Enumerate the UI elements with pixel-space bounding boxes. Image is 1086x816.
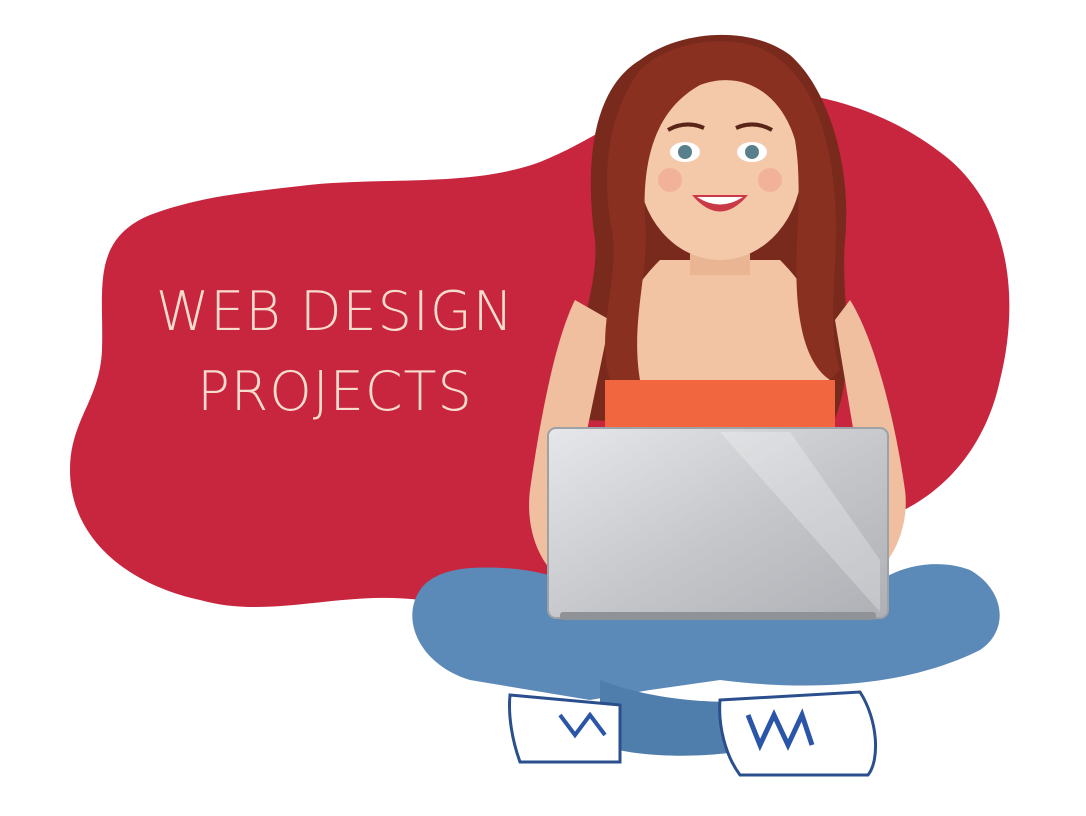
left-cheek (658, 168, 682, 192)
laptop-icon (547, 427, 889, 620)
right-shoe (718, 690, 878, 777)
laptop-base (560, 612, 876, 620)
right-cheek (758, 168, 782, 192)
headline-line-2: PROJECTS (197, 360, 473, 423)
right-iris (745, 145, 759, 159)
headline: WEB DESIGN PROJECTS (150, 272, 520, 432)
headline-line-1: WEB DESIGN (155, 280, 515, 343)
left-iris (678, 145, 692, 159)
left-shoe (508, 693, 622, 764)
